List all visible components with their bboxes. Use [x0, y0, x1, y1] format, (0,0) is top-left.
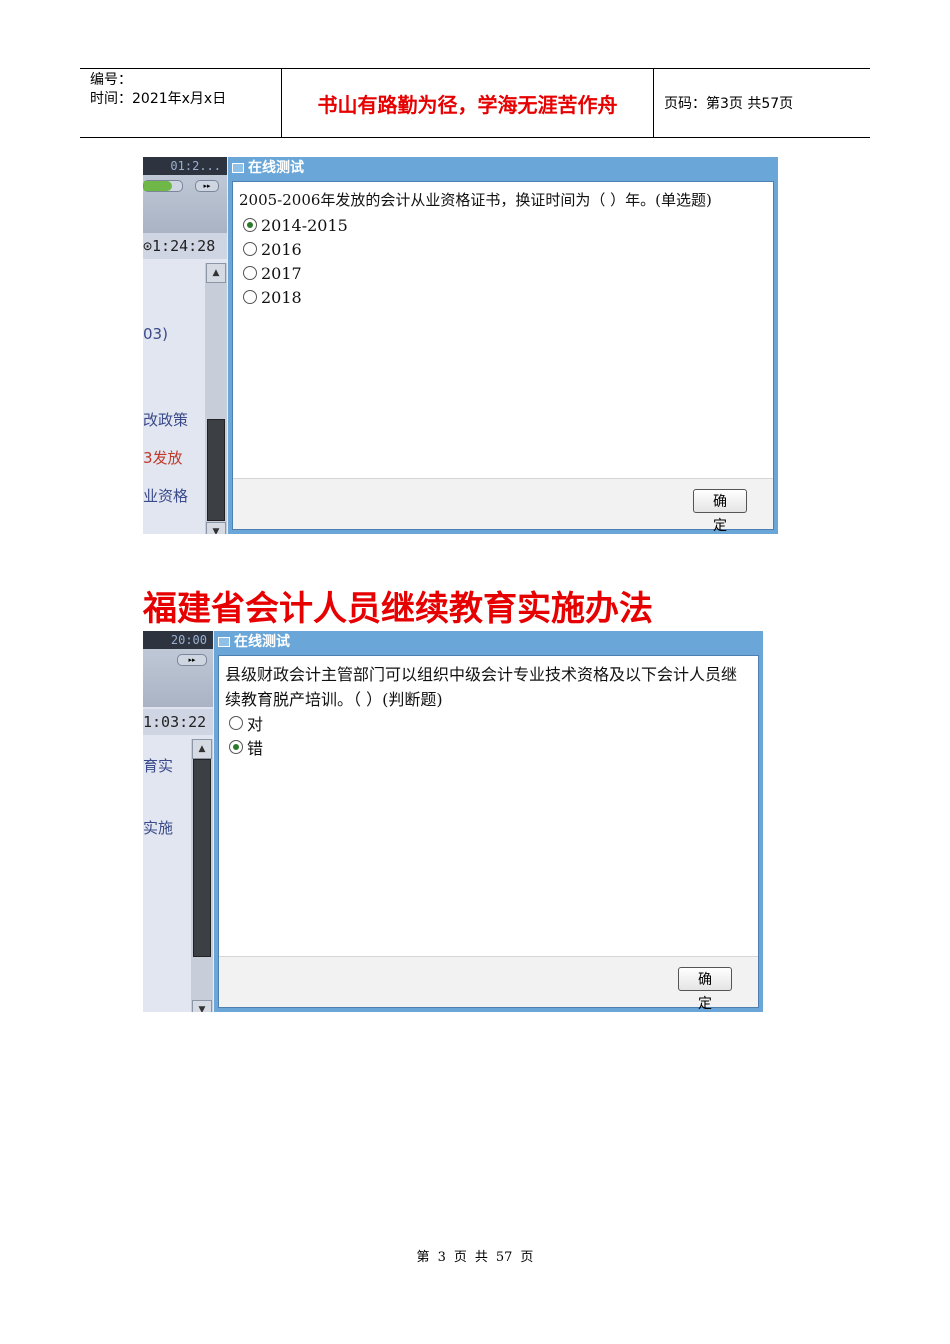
side-list-item[interactable]: 育实	[143, 755, 173, 776]
option-1[interactable]: 对	[229, 711, 263, 735]
option-2[interactable]: 错	[229, 735, 263, 759]
panel-title: 在线测试	[232, 157, 304, 179]
side-list-item[interactable]: 业资格	[143, 485, 188, 506]
number-label: 编号：	[90, 72, 132, 88]
header-page-info: 页码：第3页 共57页	[664, 96, 794, 112]
player-controls: ▸▸	[143, 649, 213, 707]
progress-fill	[144, 181, 172, 191]
screenshot-true-false: 20:00 ▸▸ 1:03:22 育实 实施 ▲ ▼ 在线测试 县级财政会计主管…	[143, 631, 763, 1012]
side-timer: 1:03:22	[143, 709, 213, 735]
panel-footer: 确 定	[233, 478, 773, 534]
confirm-button[interactable]: 确 定	[693, 489, 747, 534]
radio-icon[interactable]	[229, 716, 243, 730]
side-list: 育实 实施 ▲ ▼	[143, 735, 213, 1012]
footer-ye: 页	[453, 1250, 467, 1265]
scroll-thumb[interactable]	[207, 419, 225, 521]
screenshot-single-choice: 01:2... ▸▸ ⊙1:24:28 03) 改政策 3发放 业资格 ▲ ▼ …	[143, 157, 778, 534]
test-panel: 在线测试 2005-2006年发放的会计从业资格证书，换证时间为（ ）年。(单选…	[228, 157, 778, 534]
radio-selected-icon[interactable]	[229, 740, 243, 754]
player-controls: ▸▸	[143, 175, 227, 233]
scroll-down-icon[interactable]: ▼	[206, 522, 226, 534]
scroll-thumb[interactable]	[193, 759, 211, 957]
radio-selected-icon[interactable]	[243, 218, 257, 232]
footer-gong: 共	[474, 1250, 488, 1265]
window-icon	[232, 163, 244, 173]
option-4[interactable]: 2018	[243, 285, 302, 309]
test-panel: 在线测试 县级财政会计主管部门可以组织中级会计专业技术资格及以下会计人员继续教育…	[214, 631, 763, 1012]
side-clock: 20:00	[143, 631, 213, 649]
scroll-down-icon[interactable]: ▼	[192, 1000, 212, 1012]
side-panel: 01:2... ▸▸ ⊙1:24:28 03) 改政策 3发放 业资格 ▲ ▼	[143, 157, 227, 534]
option-3[interactable]: 2017	[243, 261, 302, 285]
option-2[interactable]: 2016	[243, 237, 302, 261]
option-1[interactable]: 2014-2015	[243, 213, 348, 237]
side-list-item[interactable]: 实施	[143, 817, 173, 838]
clock-icon: ⊙	[143, 237, 153, 255]
question-text: 2005-2006年发放的会计从业资格证书，换证时间为（ ）年。(单选题)	[239, 191, 712, 209]
document-header: 编号： 时间：2021年x月x日 书山有路勤为径，学海无涯苦作舟 页码：第3页 …	[80, 68, 870, 138]
scrollbar[interactable]: ▲ ▼	[205, 263, 227, 534]
panel-body: 县级财政会计主管部门可以组织中级会计专业技术资格及以下会计人员继续教育脱产培训。…	[218, 655, 759, 1012]
panel-title: 在线测试	[218, 631, 290, 653]
side-list-item[interactable]: 3发放	[143, 447, 183, 468]
radio-icon[interactable]	[243, 266, 257, 280]
scrollbar[interactable]: ▲ ▼	[191, 739, 213, 1012]
radio-icon[interactable]	[243, 290, 257, 304]
header-meta: 编号： 时间：2021年x月x日	[80, 69, 282, 137]
footer-total-pages: 57	[495, 1250, 513, 1265]
side-list-item[interactable]: 改政策	[143, 409, 188, 430]
time-label: 时间：2021年x月x日	[90, 91, 227, 107]
side-clock: 01:2...	[143, 157, 227, 175]
footer-ye: 页	[520, 1250, 534, 1265]
scroll-up-icon[interactable]: ▲	[206, 263, 226, 283]
header-motto: 书山有路勤为径，学海无涯苦作舟	[282, 69, 654, 137]
panel-footer: 确 定	[219, 956, 758, 1012]
scroll-up-icon[interactable]: ▲	[192, 739, 212, 759]
forward-button[interactable]: ▸▸	[177, 654, 207, 666]
confirm-button[interactable]: 确 定	[678, 967, 732, 1012]
footer-di: 第	[416, 1250, 430, 1265]
side-list: 03) 改政策 3发放 业资格 ▲ ▼	[143, 259, 227, 534]
panel-body: 2005-2006年发放的会计从业资格证书，换证时间为（ ）年。(单选题) 20…	[232, 181, 774, 534]
radio-icon[interactable]	[243, 242, 257, 256]
window-icon	[218, 637, 230, 647]
progress-track	[143, 180, 183, 192]
side-panel: 20:00 ▸▸ 1:03:22 育实 实施 ▲ ▼	[143, 631, 213, 1012]
section-heading: 福建省会计人员继续教育实施办法	[143, 589, 653, 629]
forward-button[interactable]: ▸▸	[195, 180, 219, 192]
footer-current-page: 3	[437, 1250, 446, 1265]
side-list-item[interactable]: 03)	[143, 325, 168, 343]
page-footer: 第 3 页共 57 页	[0, 1246, 950, 1265]
side-timer: ⊙1:24:28	[143, 233, 227, 259]
question-text: 县级财政会计主管部门可以组织中级会计专业技术资格及以下会计人员继续教育脱产培训。…	[225, 665, 738, 709]
